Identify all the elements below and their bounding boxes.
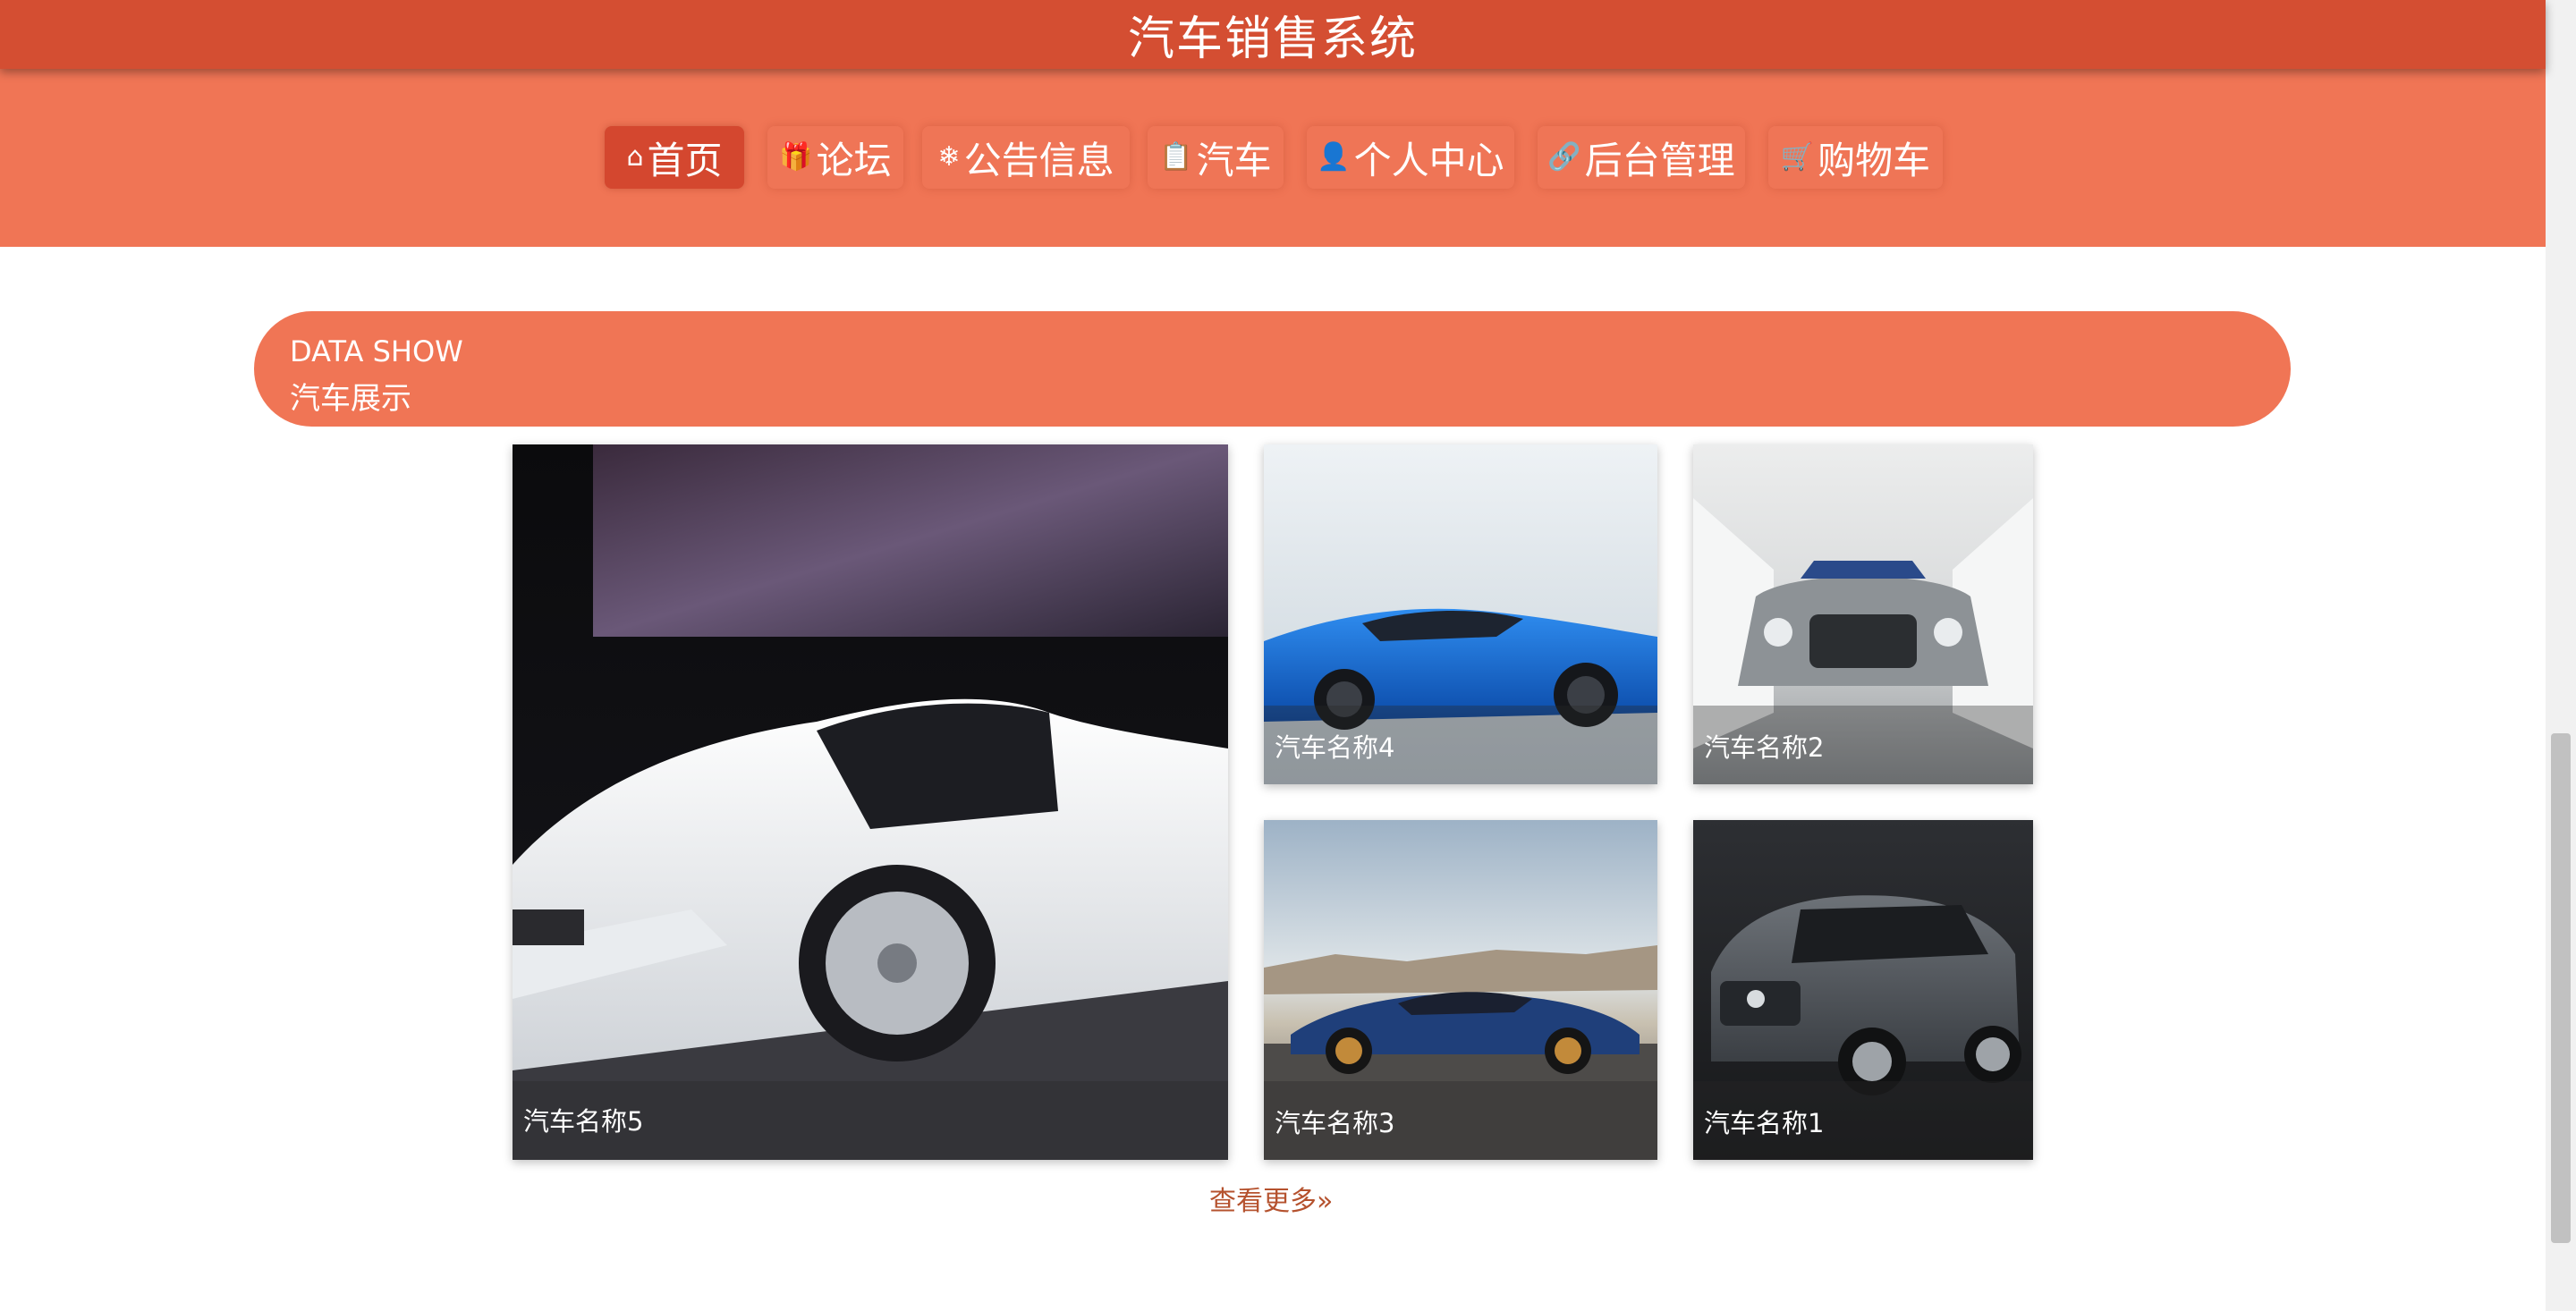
nav-item-label: 后台管理 (1584, 138, 1735, 182)
home-icon: ⌂ (626, 141, 644, 173)
nav-item-label: 汽车 (1196, 138, 1272, 182)
link-icon: 🔗 (1547, 141, 1581, 173)
nav-item-cars[interactable]: 📋 汽车 (1148, 126, 1284, 189)
nav-item-home[interactable]: ⌂ 首页 (605, 126, 744, 189)
section-title-en: DATA SHOW (290, 334, 463, 368)
car-card-3[interactable]: 汽车名称3 (1264, 820, 1657, 1160)
section-header: DATA SHOW 汽车展示 (254, 311, 2291, 427)
car-name: 汽车名称2 (1693, 706, 2033, 784)
nav-item-announcements[interactable]: ❄ 公告信息 (922, 126, 1130, 189)
view-more-link[interactable]: 查看更多» (1209, 1179, 1333, 1218)
main-nav: ⌂ 首页 🎁 论坛 ❄ 公告信息 📋 汽车 👤 个人中心 🔗 后台管理 🛒 购物… (0, 69, 2546, 247)
clipboard-icon: 📋 (1159, 141, 1193, 173)
nav-item-label: 论坛 (816, 138, 892, 182)
nav-item-profile[interactable]: 👤 个人中心 (1307, 126, 1514, 189)
car-card-4[interactable]: 汽车名称4 (1264, 444, 1657, 784)
nav-item-cart[interactable]: 🛒 购物车 (1768, 126, 1943, 189)
car-card-2[interactable]: 汽车名称2 (1693, 444, 2033, 784)
nav-item-label: 购物车 (1818, 138, 1931, 182)
scrollbar[interactable] (2546, 0, 2576, 1311)
site-header: 汽车销售系统 (0, 0, 2546, 69)
nav-item-label: 公告信息 (963, 138, 1114, 182)
cart-icon: 🛒 (1780, 141, 1815, 173)
gift-icon: 🎁 (779, 141, 813, 173)
nav-item-forum[interactable]: 🎁 论坛 (767, 126, 903, 189)
car-name: 汽车名称3 (1264, 1081, 1657, 1160)
nav-item-label: 首页 (647, 138, 723, 182)
nav-item-label: 个人中心 (1353, 138, 1504, 182)
site-title: 汽车销售系统 (1127, 13, 1418, 66)
car-name: 汽车名称5 (513, 1081, 1228, 1160)
scrollbar-thumb[interactable] (2551, 733, 2571, 1243)
user-icon: 👤 (1317, 141, 1351, 173)
section-title-zh: 汽车展示 (290, 381, 411, 417)
nav-item-admin[interactable]: 🔗 后台管理 (1538, 126, 1745, 189)
car-image (513, 444, 1228, 1160)
car-name: 汽车名称4 (1264, 706, 1657, 784)
car-card-1[interactable]: 汽车名称1 (1693, 820, 2033, 1160)
snowflake-icon: ❄ (937, 141, 961, 173)
car-card-5[interactable]: 汽车名称5 (513, 444, 1228, 1160)
car-name: 汽车名称1 (1693, 1081, 2033, 1160)
